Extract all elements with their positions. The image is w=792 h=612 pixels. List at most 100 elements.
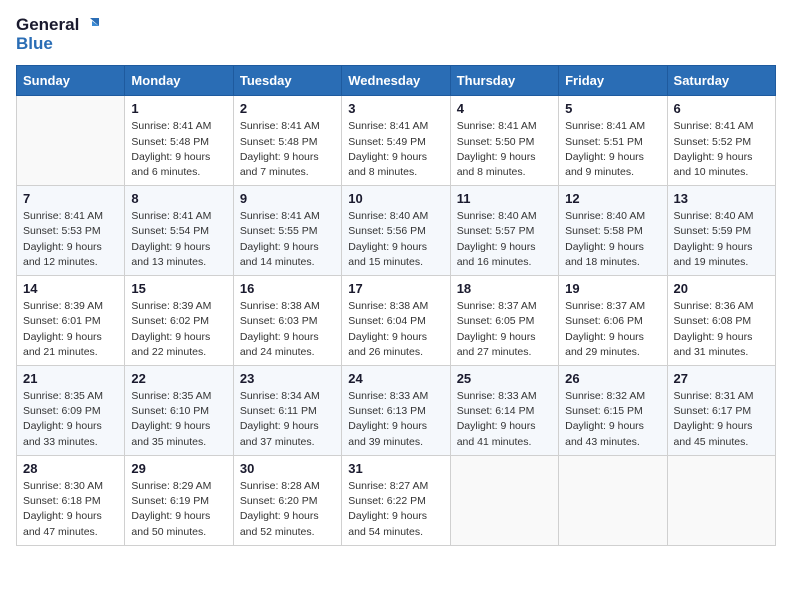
weekday-saturday: Saturday (667, 66, 775, 96)
week-row-2: 7 Sunrise: 8:41 AMSunset: 5:53 PMDaylight… (17, 186, 776, 276)
day-info: Sunrise: 8:36 AMSunset: 6:08 PMDaylight:… (674, 299, 769, 360)
day-number: 20 (674, 281, 769, 296)
day-number: 9 (240, 191, 335, 206)
day-number: 1 (131, 101, 226, 116)
day-info: Sunrise: 8:27 AMSunset: 6:22 PMDaylight:… (348, 479, 443, 540)
calendar-cell: 11 Sunrise: 8:40 AMSunset: 5:57 PMDayligh… (450, 186, 558, 276)
day-info: Sunrise: 8:41 AMSunset: 5:55 PMDaylight:… (240, 209, 335, 270)
page-header: General Blue (16, 16, 776, 53)
day-info: Sunrise: 8:41 AMSunset: 5:50 PMDaylight:… (457, 119, 552, 180)
day-number: 6 (674, 101, 769, 116)
calendar-cell: 13 Sunrise: 8:40 AMSunset: 5:59 PMDayligh… (667, 186, 775, 276)
logo-graphic: General Blue (16, 16, 99, 53)
calendar-cell (667, 455, 775, 545)
weekday-wednesday: Wednesday (342, 66, 450, 96)
day-info: Sunrise: 8:40 AMSunset: 5:57 PMDaylight:… (457, 209, 552, 270)
calendar-cell: 7 Sunrise: 8:41 AMSunset: 5:53 PMDaylight… (17, 186, 125, 276)
calendar-cell: 24 Sunrise: 8:33 AMSunset: 6:13 PMDayligh… (342, 366, 450, 456)
day-number: 25 (457, 371, 552, 386)
calendar-cell: 8 Sunrise: 8:41 AMSunset: 5:54 PMDaylight… (125, 186, 233, 276)
calendar-cell: 27 Sunrise: 8:31 AMSunset: 6:17 PMDayligh… (667, 366, 775, 456)
day-number: 11 (457, 191, 552, 206)
day-number: 29 (131, 461, 226, 476)
calendar-cell: 25 Sunrise: 8:33 AMSunset: 6:14 PMDayligh… (450, 366, 558, 456)
day-info: Sunrise: 8:37 AMSunset: 6:05 PMDaylight:… (457, 299, 552, 360)
day-info: Sunrise: 8:33 AMSunset: 6:13 PMDaylight:… (348, 389, 443, 450)
day-number: 3 (348, 101, 443, 116)
calendar-cell: 19 Sunrise: 8:37 AMSunset: 6:06 PMDayligh… (559, 276, 667, 366)
calendar-cell: 1 Sunrise: 8:41 AMSunset: 5:48 PMDaylight… (125, 96, 233, 186)
day-info: Sunrise: 8:38 AMSunset: 6:04 PMDaylight:… (348, 299, 443, 360)
day-info: Sunrise: 8:39 AMSunset: 6:02 PMDaylight:… (131, 299, 226, 360)
calendar-cell: 23Sunrise: 8:34 AMSunset: 6:11 PMDayligh… (233, 366, 341, 456)
day-info: Sunrise: 8:41 AMSunset: 5:54 PMDaylight:… (131, 209, 226, 270)
day-info: Sunrise: 8:40 AMSunset: 5:56 PMDaylight:… (348, 209, 443, 270)
day-number: 15 (131, 281, 226, 296)
calendar-cell: 14 Sunrise: 8:39 AMSunset: 6:01 PMDayligh… (17, 276, 125, 366)
calendar-cell: 30 Sunrise: 8:28 AMSunset: 6:20 PMDayligh… (233, 455, 341, 545)
calendar-cell: 15 Sunrise: 8:39 AMSunset: 6:02 PMDayligh… (125, 276, 233, 366)
day-info: Sunrise: 8:41 AMSunset: 5:48 PMDaylight:… (131, 119, 226, 180)
calendar-cell (17, 96, 125, 186)
calendar-cell: 16Sunrise: 8:38 AMSunset: 6:03 PMDayligh… (233, 276, 341, 366)
day-info: Sunrise: 8:35 AMSunset: 6:10 PMDaylight:… (131, 389, 226, 450)
day-number: 14 (23, 281, 118, 296)
day-number: 31 (348, 461, 443, 476)
day-info: Sunrise: 8:41 AMSunset: 5:51 PMDaylight:… (565, 119, 660, 180)
logo-text-general: General (16, 16, 79, 35)
day-number: 21 (23, 371, 118, 386)
weekday-tuesday: Tuesday (233, 66, 341, 96)
week-row-4: 21 Sunrise: 8:35 AMSunset: 6:09 PMDayligh… (17, 366, 776, 456)
day-info: Sunrise: 8:33 AMSunset: 6:14 PMDaylight:… (457, 389, 552, 450)
week-row-1: 1 Sunrise: 8:41 AMSunset: 5:48 PMDaylight… (17, 96, 776, 186)
calendar-cell (559, 455, 667, 545)
day-info: Sunrise: 8:41 AMSunset: 5:52 PMDaylight:… (674, 119, 769, 180)
calendar-cell: 5Sunrise: 8:41 AMSunset: 5:51 PMDaylight… (559, 96, 667, 186)
day-number: 4 (457, 101, 552, 116)
day-number: 30 (240, 461, 335, 476)
day-info: Sunrise: 8:37 AMSunset: 6:06 PMDaylight:… (565, 299, 660, 360)
day-number: 8 (131, 191, 226, 206)
weekday-monday: Monday (125, 66, 233, 96)
calendar-table: SundayMondayTuesdayWednesdayThursdayFrid… (16, 65, 776, 545)
day-number: 13 (674, 191, 769, 206)
logo-text-blue: Blue (16, 35, 99, 54)
day-info: Sunrise: 8:34 AMSunset: 6:11 PMDaylight:… (240, 389, 335, 450)
day-number: 2 (240, 101, 335, 116)
calendar-cell: 17 Sunrise: 8:38 AMSunset: 6:04 PMDayligh… (342, 276, 450, 366)
day-number: 12 (565, 191, 660, 206)
calendar-cell: 2 Sunrise: 8:41 AMSunset: 5:48 PMDaylight… (233, 96, 341, 186)
day-number: 18 (457, 281, 552, 296)
calendar-cell: 10Sunrise: 8:40 AMSunset: 5:56 PMDayligh… (342, 186, 450, 276)
day-info: Sunrise: 8:40 AMSunset: 5:59 PMDaylight:… (674, 209, 769, 270)
day-info: Sunrise: 8:39 AMSunset: 6:01 PMDaylight:… (23, 299, 118, 360)
day-number: 24 (348, 371, 443, 386)
day-info: Sunrise: 8:29 AMSunset: 6:19 PMDaylight:… (131, 479, 226, 540)
day-info: Sunrise: 8:30 AMSunset: 6:18 PMDaylight:… (23, 479, 118, 540)
calendar-cell: 31 Sunrise: 8:27 AMSunset: 6:22 PMDayligh… (342, 455, 450, 545)
week-row-3: 14 Sunrise: 8:39 AMSunset: 6:01 PMDayligh… (17, 276, 776, 366)
day-number: 17 (348, 281, 443, 296)
logo: General Blue (16, 16, 99, 53)
day-info: Sunrise: 8:32 AMSunset: 6:15 PMDaylight:… (565, 389, 660, 450)
day-info: Sunrise: 8:35 AMSunset: 6:09 PMDaylight:… (23, 389, 118, 450)
day-info: Sunrise: 8:41 AMSunset: 5:53 PMDaylight:… (23, 209, 118, 270)
day-info: Sunrise: 8:28 AMSunset: 6:20 PMDaylight:… (240, 479, 335, 540)
weekday-friday: Friday (559, 66, 667, 96)
calendar-cell: 18 Sunrise: 8:37 AMSunset: 6:05 PMDayligh… (450, 276, 558, 366)
calendar-cell (450, 455, 558, 545)
day-info: Sunrise: 8:31 AMSunset: 6:17 PMDaylight:… (674, 389, 769, 450)
calendar-cell: 29 Sunrise: 8:29 AMSunset: 6:19 PMDayligh… (125, 455, 233, 545)
calendar-cell: 26 Sunrise: 8:32 AMSunset: 6:15 PMDayligh… (559, 366, 667, 456)
day-number: 19 (565, 281, 660, 296)
day-number: 16 (240, 281, 335, 296)
day-number: 28 (23, 461, 118, 476)
calendar-cell: 3Sunrise: 8:41 AMSunset: 5:49 PMDaylight… (342, 96, 450, 186)
day-number: 7 (23, 191, 118, 206)
weekday-sunday: Sunday (17, 66, 125, 96)
weekday-header-row: SundayMondayTuesdayWednesdayThursdayFrid… (17, 66, 776, 96)
day-number: 26 (565, 371, 660, 386)
day-number: 27 (674, 371, 769, 386)
calendar-cell: 9 Sunrise: 8:41 AMSunset: 5:55 PMDaylight… (233, 186, 341, 276)
day-info: Sunrise: 8:41 AMSunset: 5:48 PMDaylight:… (240, 119, 335, 180)
